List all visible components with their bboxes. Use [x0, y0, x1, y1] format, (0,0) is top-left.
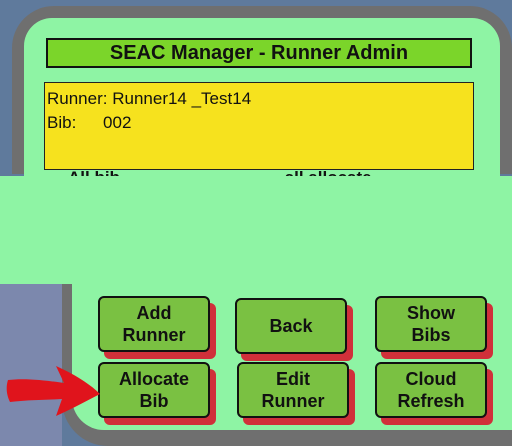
show-bibs-label-1: Show — [407, 303, 455, 323]
show-bibs-button[interactable]: Show Bibs — [375, 296, 487, 352]
runner-value: Runner14 _Test14 — [112, 89, 252, 108]
runner-info-box: Runner: Runner14 _Test14 Bib: 002 — [44, 82, 474, 170]
back-label: Back — [269, 316, 313, 336]
add-runner-button[interactable]: Add Runner — [98, 296, 210, 352]
cloud-refresh-label-1: Cloud — [405, 369, 457, 389]
show-bibs-label-2: Bibs — [411, 325, 451, 345]
cloud-refresh-button[interactable]: Cloud Refresh — [375, 362, 487, 418]
bib-value: 002 — [103, 113, 132, 132]
runner-row: Runner: Runner14 _Test14 — [47, 87, 471, 111]
content-area — [0, 176, 512, 284]
page-title: SEAC Manager - Runner Admin — [46, 38, 472, 68]
cloud-refresh-label-2: Refresh — [397, 391, 465, 411]
page-title-text: SEAC Manager - Runner Admin — [109, 41, 409, 64]
allocate-bib-label-1: Allocate — [118, 369, 190, 389]
runner-label: Runner: — [47, 89, 108, 108]
back-button[interactable]: Back — [235, 298, 347, 354]
add-runner-label-1: Add — [136, 303, 172, 323]
edit-runner-button[interactable]: Edit Runner — [237, 362, 349, 418]
edit-runner-label-1: Edit — [276, 369, 310, 389]
red-arrow-annotation-icon — [6, 366, 100, 416]
allocate-bib-label-2: Bib — [139, 391, 169, 411]
bib-row: Bib: 002 — [47, 111, 471, 135]
add-runner-label-2: Runner — [122, 325, 186, 345]
allocate-bib-button[interactable]: Allocate Bib — [98, 362, 210, 418]
edit-runner-label-2: Runner — [261, 391, 325, 411]
bib-label: Bib: — [47, 113, 77, 132]
